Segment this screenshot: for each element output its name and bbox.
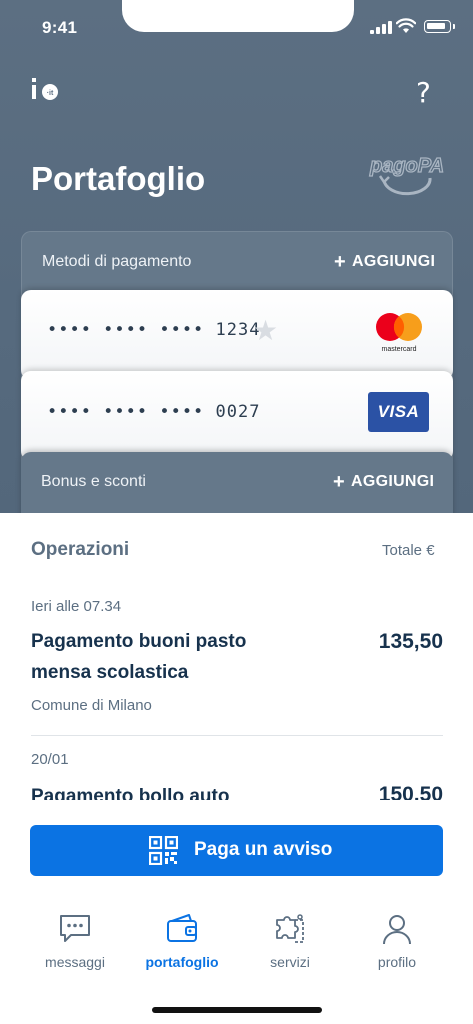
add-payment-method-button[interactable]: + AGGIUNGI bbox=[334, 251, 435, 274]
mastercard-logo: mastercard bbox=[376, 313, 422, 353]
transaction-date: Ieri alle 07.34 bbox=[31, 598, 122, 615]
transaction-title-line: Pagamento buoni pasto bbox=[31, 631, 247, 652]
plus-icon: + bbox=[334, 251, 346, 273]
wallet-header: 9:41 ·it ? Portafoglio pagoPA Metodi di … bbox=[0, 0, 473, 522]
bonus-panel: Bonus e sconti + AGGIUNGI bbox=[21, 452, 453, 522]
transaction-title-line: mensa scolastica bbox=[31, 662, 189, 683]
bonus-label: Bonus e sconti bbox=[41, 473, 146, 490]
tab-portafoglio[interactable]: portafoglio bbox=[137, 912, 227, 970]
io-logo[interactable]: ·it bbox=[30, 76, 66, 104]
tab-servizi[interactable]: servizi bbox=[245, 912, 335, 970]
transaction-amount: 135,50 bbox=[378, 630, 443, 653]
card-number: •••• •••• •••• 1234 bbox=[47, 320, 261, 340]
tab-messaggi[interactable]: messaggi bbox=[30, 912, 120, 970]
operations-sheet: Operazioni Totale € Ieri alle 07.34 Paga… bbox=[0, 513, 473, 800]
scroll-fade bbox=[0, 800, 473, 820]
star-icon[interactable]: ★ bbox=[253, 314, 278, 347]
transaction-date: 20/01 bbox=[31, 751, 69, 768]
plus-icon: + bbox=[333, 471, 345, 493]
transaction-amount: 150,50 bbox=[378, 783, 443, 800]
add-bonus-button[interactable]: + AGGIUNGI bbox=[333, 471, 434, 494]
tab-label: messaggi bbox=[45, 954, 105, 970]
device-notch bbox=[122, 0, 354, 32]
wifi-icon bbox=[396, 18, 416, 33]
transaction-title: Pagamento bollo auto bbox=[31, 781, 331, 800]
pagopa-logo: pagoPA bbox=[368, 154, 445, 196]
divider bbox=[31, 735, 443, 736]
status-bar: 9:41 bbox=[0, 0, 473, 60]
status-time: 9:41 bbox=[42, 18, 78, 37]
pay-notice-label: Paga un avviso bbox=[194, 839, 333, 860]
svg-text:·it: ·it bbox=[47, 90, 54, 97]
transaction-title: Pagamento buoni pasto mensa scolastica bbox=[31, 626, 331, 688]
profile-icon bbox=[383, 915, 411, 945]
payment-methods-label: Metodi di pagamento bbox=[42, 253, 192, 270]
card-number: •••• •••• •••• 0027 bbox=[47, 402, 261, 422]
app-screen: 9:41 ·it ? Portafoglio pagoPA Metodi di … bbox=[0, 0, 473, 1024]
pay-notice-button[interactable]: Paga un avviso bbox=[30, 825, 443, 876]
battery-icon bbox=[424, 20, 455, 33]
wallet-icon bbox=[167, 914, 197, 942]
tab-label: servizi bbox=[270, 954, 310, 970]
operations-total-label: Totale € bbox=[382, 542, 435, 559]
help-icon[interactable]: ? bbox=[416, 76, 431, 109]
message-icon bbox=[60, 915, 90, 942]
puzzle-icon bbox=[276, 914, 304, 943]
transaction-merchant: Comune di Milano bbox=[31, 697, 152, 714]
tab-label: profilo bbox=[377, 954, 417, 970]
visa-logo: VISA bbox=[368, 392, 429, 432]
tab-profilo[interactable]: profilo bbox=[352, 912, 442, 970]
home-indicator[interactable] bbox=[152, 1007, 322, 1013]
qr-code-icon bbox=[149, 836, 178, 865]
transaction-title-line: Pagamento bollo auto bbox=[31, 786, 230, 800]
payment-card-visa[interactable]: •••• •••• •••• 0027 VISA bbox=[21, 371, 453, 461]
page-title: Portafoglio bbox=[31, 160, 206, 197]
mastercard-label: mastercard bbox=[381, 346, 416, 353]
payment-card-mastercard[interactable]: •••• •••• •••• 1234 ★ mastercard bbox=[21, 290, 453, 380]
pagopa-logo-text: pagoPA bbox=[369, 155, 444, 177]
add-payment-method-label: AGGIUNGI bbox=[351, 253, 436, 270]
bottom-tab-bar: messaggi portafoglio servizi profilo bbox=[0, 900, 473, 1024]
tab-label: portafoglio bbox=[145, 954, 219, 970]
add-bonus-label: AGGIUNGI bbox=[350, 473, 435, 490]
operations-title: Operazioni bbox=[31, 539, 130, 560]
cellular-signal-icon bbox=[370, 20, 392, 34]
